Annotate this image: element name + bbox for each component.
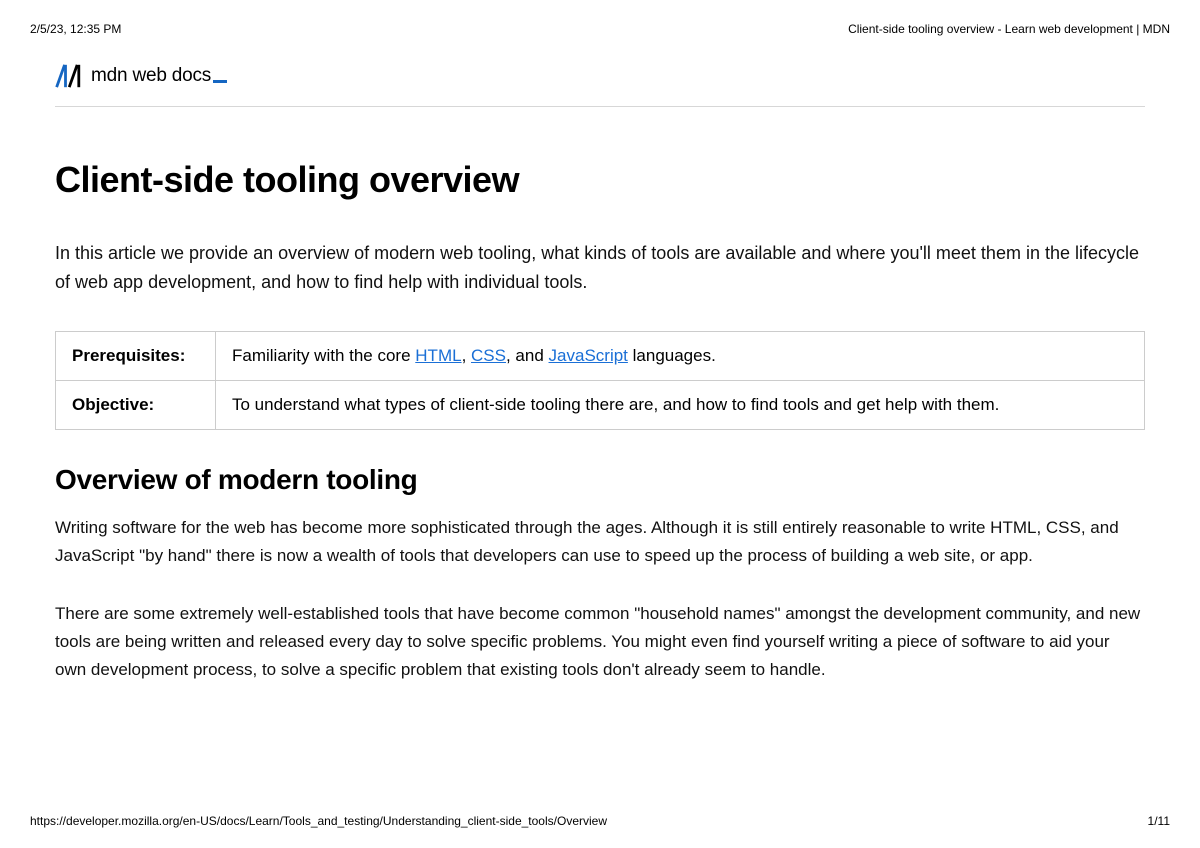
table-row: Prerequisites: Familiarity with the core… [56, 331, 1145, 380]
html-link[interactable]: HTML [415, 346, 461, 365]
prerequisites-value: Familiarity with the core HTML, CSS, and… [216, 331, 1145, 380]
brand-text-label: mdn web docs [91, 65, 211, 86]
info-table: Prerequisites: Familiarity with the core… [55, 331, 1145, 430]
brand-text: mdn web docs [91, 65, 227, 87]
mdn-logo-icon [55, 64, 83, 88]
underscore-icon [213, 80, 227, 83]
table-row: Objective: To understand what types of c… [56, 380, 1145, 429]
body-paragraph: Writing software for the web has become … [55, 514, 1145, 570]
body-paragraph: There are some extremely well-establishe… [55, 600, 1145, 684]
print-doc-title: Client-side tooling overview - Learn web… [848, 22, 1170, 36]
print-timestamp: 2/5/23, 12:35 PM [30, 22, 121, 36]
section-heading: Overview of modern tooling [55, 464, 1145, 496]
objective-label: Objective: [56, 380, 216, 429]
prereq-sep1: , [462, 346, 471, 365]
page-title: Client-side tooling overview [55, 159, 1145, 201]
print-page-number: 1/11 [1148, 814, 1170, 828]
javascript-link[interactable]: JavaScript [549, 346, 628, 365]
prereq-sep2: , and [506, 346, 549, 365]
content: mdn web docs Client-side tooling overvie… [0, 64, 1200, 684]
css-link[interactable]: CSS [471, 346, 506, 365]
prereq-text-suffix: languages. [628, 346, 716, 365]
objective-value: To understand what types of client-side … [216, 380, 1145, 429]
print-header: 2/5/23, 12:35 PM Client-side tooling ove… [0, 0, 1200, 36]
brand-header: mdn web docs [55, 64, 1145, 107]
prereq-text-prefix: Familiarity with the core [232, 346, 415, 365]
intro-paragraph: In this article we provide an overview o… [55, 239, 1145, 297]
print-url: https://developer.mozilla.org/en-US/docs… [30, 814, 607, 828]
print-footer: https://developer.mozilla.org/en-US/docs… [30, 814, 1170, 828]
prerequisites-label: Prerequisites: [56, 331, 216, 380]
